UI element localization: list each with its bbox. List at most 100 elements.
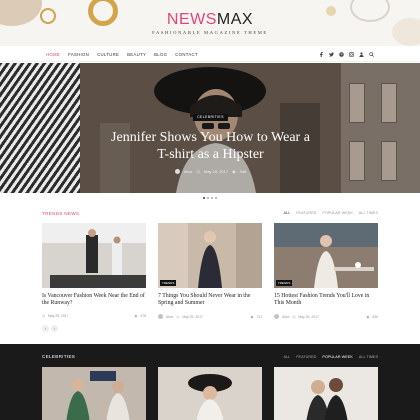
logo-max: MAX bbox=[216, 11, 254, 28]
article-meta-left: Alice ◷ May 25, 2017 bbox=[158, 314, 203, 319]
building-window bbox=[381, 83, 397, 123]
article-views: 678 bbox=[140, 314, 146, 318]
street-photo bbox=[158, 223, 262, 288]
article-title[interactable]: 15 Hottest Fashion Trends You'll Love in… bbox=[274, 293, 378, 307]
author-avatar bbox=[174, 169, 180, 174]
article-meta: ◷ May 25, 2017 ◉ 678 bbox=[42, 314, 146, 318]
slide-views: 946 bbox=[239, 169, 247, 174]
site-logo[interactable]: NEWSMAX FASHIONABLE MAGAZINE THEME bbox=[0, 11, 420, 35]
trends-pagination: ‹ › bbox=[42, 325, 378, 332]
nav-culture[interactable]: CULTURE bbox=[97, 52, 119, 57]
nav-blog[interactable]: BLOG bbox=[154, 52, 167, 57]
eye-icon: ◉ bbox=[366, 314, 370, 319]
article-meta: Alice ◷ May 25, 2017 ◉ 836 bbox=[274, 314, 378, 319]
building-window bbox=[381, 141, 397, 181]
article-image[interactable]: TRENDS bbox=[158, 223, 262, 288]
trends-cards: Is Vancouver Fashion Week Near the End o… bbox=[42, 223, 378, 319]
slide-prev-image[interactable] bbox=[0, 63, 80, 193]
slide-caption: CELEBRITIES Jennifer Shows You How to We… bbox=[80, 105, 341, 174]
article-date: May 25, 2017 bbox=[182, 314, 203, 319]
filter-all[interactable]: ALL bbox=[283, 355, 290, 359]
social-icons bbox=[319, 46, 374, 62]
celebrity-image[interactable] bbox=[158, 367, 262, 420]
article-views: 712 bbox=[256, 314, 262, 319]
search-icon[interactable] bbox=[369, 51, 374, 57]
celebrity-photo bbox=[42, 367, 146, 420]
article-meta-right: ◉ 836 bbox=[366, 315, 378, 319]
article-category-badge[interactable]: TRENDS bbox=[276, 280, 293, 286]
facebook-icon[interactable] bbox=[319, 51, 324, 57]
filter-popular-week[interactable]: POPULAR WEEK bbox=[322, 211, 352, 215]
article-card: TRENDS 7 Things You Should Never Wear in… bbox=[158, 223, 262, 319]
celebrities-section: CELEBRITIES ALL FEATURED POPULAR WEEK AL… bbox=[0, 344, 420, 420]
slider-dot[interactable] bbox=[203, 197, 205, 199]
article-meta-right: ◉ 678 bbox=[134, 314, 146, 318]
article-date: May 25, 2017 bbox=[47, 314, 69, 318]
celebrity-photo bbox=[158, 367, 262, 420]
filter-featured[interactable]: FEATURED bbox=[296, 211, 316, 215]
eye-icon: ◉ bbox=[250, 314, 254, 319]
article-image[interactable]: TRENDS bbox=[274, 223, 378, 288]
slider-dot[interactable] bbox=[211, 197, 213, 199]
runway-photo bbox=[42, 223, 146, 288]
nav-home[interactable]: HOME bbox=[46, 52, 60, 57]
article-meta-left: Alice ◷ May 25, 2017 bbox=[274, 314, 319, 319]
filter-featured[interactable]: FEATURED bbox=[296, 355, 316, 359]
pinterest-icon[interactable] bbox=[339, 51, 344, 57]
trends-section: TRENDS NEWS ALL FEATURED POPULAR WEEK AL… bbox=[42, 209, 378, 332]
article-meta-left: ◷ May 25, 2017 bbox=[42, 314, 69, 318]
article-card: Is Vancouver Fashion Week Near the End o… bbox=[42, 223, 146, 319]
article-title[interactable]: Is Vancouver Fashion Week Near the End o… bbox=[42, 293, 146, 307]
clock-icon: ◷ bbox=[42, 314, 45, 318]
celebrity-image[interactable] bbox=[42, 367, 146, 420]
article-date: May 25, 2017 bbox=[298, 314, 319, 319]
article-author[interactable]: Alice bbox=[166, 315, 173, 319]
building-window bbox=[349, 83, 365, 123]
article-image[interactable] bbox=[42, 223, 146, 288]
trends-title: TRENDS NEWS bbox=[42, 210, 80, 216]
logo-news: NEWS bbox=[166, 11, 217, 28]
clock-icon: ◷ bbox=[196, 169, 200, 174]
slide-date: May 25, 2017 bbox=[203, 169, 229, 174]
cafe-photo bbox=[274, 223, 378, 288]
prev-page-button[interactable]: ‹ bbox=[42, 325, 49, 332]
site-header: NEWSMAX FASHIONABLE MAGAZINE THEME bbox=[0, 0, 420, 46]
instagram-icon[interactable] bbox=[349, 51, 354, 57]
article-meta-right: ◉ 712 bbox=[250, 315, 262, 319]
hero-slider[interactable]: CELEBRITIES Jennifer Shows You How to We… bbox=[0, 63, 420, 193]
article-card: TRENDS 15 Hottest Fashion Trends You'll … bbox=[274, 223, 378, 319]
nav-fashion[interactable]: FASHION bbox=[68, 52, 89, 57]
slide-category-badge[interactable]: CELEBRITIES bbox=[193, 113, 228, 121]
nav-beauty[interactable]: BEAUTY bbox=[127, 52, 146, 57]
logo-tagline: FASHIONABLE MAGAZINE THEME bbox=[152, 30, 268, 35]
clock-icon: ◷ bbox=[292, 314, 296, 319]
clock-icon: ◷ bbox=[176, 314, 180, 319]
trends-filters: ALL FEATURED POPULAR WEEK ALL TIMES bbox=[283, 211, 378, 215]
celebrities-header: CELEBRITIES ALL FEATURED POPULAR WEEK AL… bbox=[42, 354, 378, 359]
article-category-badge[interactable]: TRENDS bbox=[160, 280, 177, 286]
filter-all[interactable]: ALL bbox=[283, 211, 290, 215]
next-page-button[interactable]: › bbox=[51, 325, 58, 332]
article-author[interactable]: Alice bbox=[282, 315, 289, 319]
slide-title[interactable]: Jennifer Shows You How to Wear a T-shirt… bbox=[80, 129, 341, 163]
slide-next-image[interactable] bbox=[341, 63, 420, 193]
filter-popular-week[interactable]: POPULAR WEEK bbox=[322, 355, 352, 359]
article-title[interactable]: 7 Things You Should Never Wear in the Sp… bbox=[158, 293, 262, 307]
twitter-icon[interactable] bbox=[329, 52, 334, 57]
filter-all-times[interactable]: ALL TIMES bbox=[359, 211, 378, 215]
slide-meta: Alice ◷ May 25, 2017 ◉ 946 bbox=[80, 169, 341, 174]
eye-icon: ◉ bbox=[134, 314, 138, 318]
celebrities-cards bbox=[42, 367, 378, 420]
author-avatar bbox=[158, 314, 163, 319]
slider-dot[interactable] bbox=[215, 197, 217, 199]
eye-icon: ◉ bbox=[232, 169, 236, 174]
author-avatar bbox=[274, 314, 279, 319]
slide-author[interactable]: Alice bbox=[184, 169, 193, 174]
celebrity-image[interactable] bbox=[274, 367, 378, 420]
slider-dot[interactable] bbox=[207, 197, 209, 199]
user-icon[interactable] bbox=[359, 51, 364, 57]
article-views: 836 bbox=[372, 314, 378, 319]
filter-all-times[interactable]: ALL TIMES bbox=[359, 355, 378, 359]
building-window bbox=[349, 141, 365, 181]
nav-contact[interactable]: CONTACT bbox=[175, 52, 198, 57]
